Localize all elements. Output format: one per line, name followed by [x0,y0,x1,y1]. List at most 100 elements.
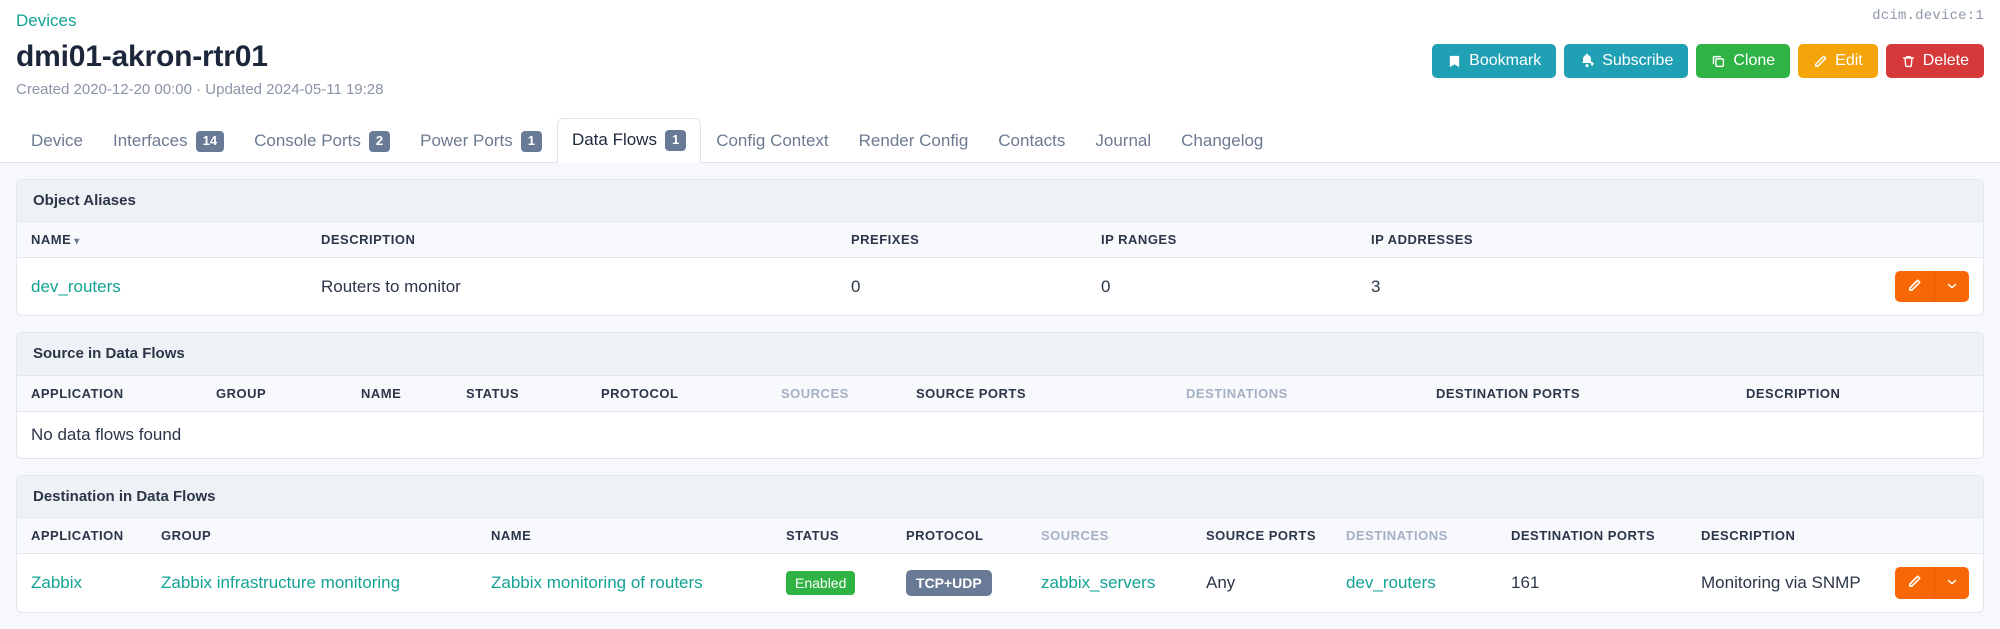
subscribe-button[interactable]: Subscribe [1564,44,1689,79]
cell-application: Zabbix [17,554,147,612]
cell-description-and-actions: Monitoring via SNMP [1687,554,1983,612]
destination-data-flows-card: Destination in Data Flows APPLICATION GR… [16,474,1984,613]
column-header-name[interactable]: NAME [477,518,772,555]
title-row: dmi01-akron-rtr01 Created 2020-12-20 00:… [16,40,1984,115]
source-alias-link[interactable]: zabbix_servers [1041,573,1155,592]
empty-state-row: No data flows found [17,411,1983,458]
clone-button[interactable]: Clone [1696,44,1791,79]
tab-power-ports[interactable]: Power Ports 1 [405,119,557,162]
page-header: dcim.device:1 Devices dmi01-akron-rtr01 … [0,0,2000,115]
column-header-destination-ports[interactable]: DESTINATION PORTS [1422,375,1732,412]
column-header-group[interactable]: GROUP [202,375,347,412]
tab-interfaces[interactable]: Interfaces 14 [98,119,239,162]
tab-data-flows[interactable]: Data Flows 1 [556,118,702,163]
tab-label: Contacts [998,131,1066,151]
column-header-destinations: DESTINATIONS [1172,375,1422,412]
destination-alias-link[interactable]: dev_routers [1346,573,1436,592]
cell-description: Routers to monitor [321,276,461,296]
source-data-flows-table: APPLICATION GROUP NAME STATUS PROTOCOL S… [17,375,1983,458]
column-header-protocol[interactable]: PROTOCOL [587,375,767,412]
column-header-application[interactable]: APPLICATION [17,518,147,555]
column-header-source-ports[interactable]: SOURCE PORTS [1192,518,1332,555]
tab-changelog[interactable]: Changelog [1166,119,1278,162]
row-actions [1895,567,1969,599]
column-header-description[interactable]: DESCRIPTION [307,222,837,259]
row-edit-button[interactable] [1895,271,1934,303]
cell-name: dev_routers [17,258,307,316]
row-edit-button[interactable] [1895,567,1934,599]
tab-journal[interactable]: Journal [1080,119,1166,162]
column-header-sources: SOURCES [1027,518,1192,555]
tab-label: Interfaces [112,131,188,151]
cell-ip-addresses: 3 [1371,276,1381,296]
table-header-row: APPLICATION GROUP NAME STATUS PROTOCOL S… [17,375,1983,412]
application-link[interactable]: Zabbix [31,573,82,592]
destination-data-flows-card-title: Destination in Data Flows [17,475,1983,519]
status-badge: Enabled [786,570,856,596]
table-header-row: APPLICATION GROUP NAME STATUS PROTOCOL S… [17,518,1983,555]
cell-ip-ranges: 0 [1101,276,1111,296]
sort-caret-icon: ▾ [74,236,80,248]
tab-label: Config Context [716,131,829,151]
column-header-ip-ranges[interactable]: IP RANGES [1087,222,1357,259]
column-header-prefixes[interactable]: PREFIXES [837,222,1087,259]
cell-destination-ports: 161 [1511,573,1540,593]
table-header-row: NAME ▾ DESCRIPTION PREFIXES IP RANGES IP … [17,222,1983,259]
edit-button-label: Edit [1835,52,1863,70]
protocol-badge: TCP+UDP [906,569,992,597]
column-header-source-ports[interactable]: SOURCE PORTS [902,375,1172,412]
row-actions-dropdown-button[interactable] [1934,271,1969,303]
copy-icon [1711,54,1726,69]
cell-destinations: dev_routers [1332,554,1497,612]
edit-button[interactable]: Edit [1798,44,1878,79]
column-header-status[interactable]: STATUS [772,518,892,555]
tab-label: Power Ports [420,131,513,151]
tab-badge-count: 14 [195,131,225,152]
clone-button-label: Clone [1733,52,1776,70]
object-alias-link[interactable]: dev_routers [31,277,121,296]
header-action-buttons: Bookmark Subscribe Clone Edit Delete [1432,40,1984,79]
bookmark-button-label: Bookmark [1469,52,1542,70]
tab-console-ports[interactable]: Console Ports 2 [239,119,405,162]
chevron-down-icon [1946,576,1958,590]
row-actions-dropdown-button[interactable] [1934,567,1969,599]
column-header-application[interactable]: APPLICATION [17,375,202,412]
group-link[interactable]: Zabbix infrastructure monitoring [161,573,400,592]
column-header-name[interactable]: NAME ▾ [17,222,307,259]
cell-sources: zabbix_servers [1027,554,1192,612]
column-header-sources: SOURCES [767,375,902,412]
breadcrumb-devices[interactable]: Devices [16,10,76,32]
delete-button-label: Delete [1922,52,1969,70]
source-data-flows-card-title: Source in Data Flows [17,333,1983,376]
pencil-icon [1813,54,1828,69]
delete-button[interactable]: Delete [1885,44,1984,79]
tab-render-config[interactable]: Render Config [844,119,984,162]
column-header-destination-ports[interactable]: DESTINATION PORTS [1497,518,1687,555]
source-data-flows-card: Source in Data Flows APPLICATION GROUP N… [16,332,1984,459]
page-content: Object Aliases NAME ▾ DESCRIPTION PREFIXE… [0,162,2000,629]
column-header-protocol[interactable]: PROTOCOL [892,518,1027,555]
bookmark-button[interactable]: Bookmark [1432,44,1557,79]
bookmark-icon [1447,54,1462,69]
column-header-ip-addresses[interactable]: IP ADDRESSES [1357,222,1983,259]
tab-label: Journal [1095,131,1152,151]
tab-contacts[interactable]: Contacts [983,119,1080,162]
column-header-description[interactable]: DESCRIPTION [1732,375,1983,412]
empty-state-message: No data flows found [31,424,182,444]
column-header-status[interactable]: STATUS [452,375,587,412]
column-header-group[interactable]: GROUP [147,518,477,555]
column-header-description[interactable]: DESCRIPTION [1687,518,1983,555]
column-header-destinations: DESTINATIONS [1332,518,1497,555]
tab-label: Data Flows [571,130,657,150]
tab-label: Device [31,131,83,151]
device-data-flows-page: dcim.device:1 Devices dmi01-akron-rtr01 … [0,0,2000,629]
row-actions [1895,271,1969,303]
data-flow-link[interactable]: Zabbix monitoring of routers [491,573,703,592]
column-header-name[interactable]: NAME [347,375,452,412]
page-title: dmi01-akron-rtr01 [16,40,268,74]
tab-config-context[interactable]: Config Context [701,119,843,162]
pencil-icon [1907,278,1922,295]
cell-source-ports: Any [1206,573,1236,593]
tab-label: Console Ports [254,131,361,151]
tab-device[interactable]: Device [16,119,98,162]
